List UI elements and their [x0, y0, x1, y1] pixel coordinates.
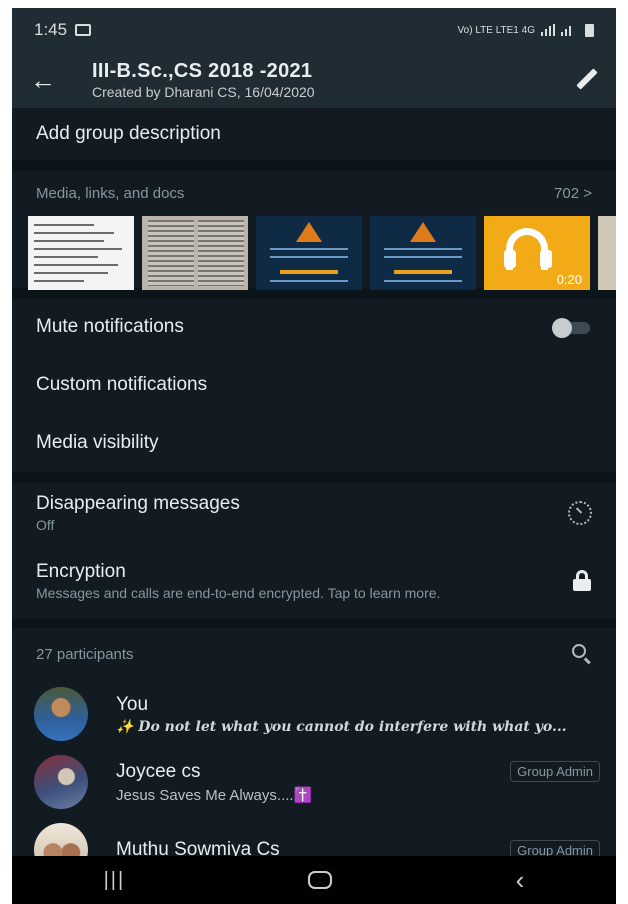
media-section: Media, links, and docs 702 > 0:20	[12, 170, 616, 290]
back-nav-button[interactable]: ‹	[516, 865, 525, 896]
media-thumb-poster-1[interactable]	[256, 216, 362, 290]
add-description-row[interactable]: Add group description	[12, 108, 616, 160]
group-title: III-B.Sc.,CS 2018 -2021	[92, 60, 313, 82]
avatar[interactable]	[34, 687, 88, 741]
signal-icon	[541, 24, 555, 36]
section-divider	[12, 160, 616, 170]
media-visibility-row[interactable]: Media visibility	[12, 414, 616, 472]
recent-apps-button[interactable]: |||	[104, 869, 126, 892]
timer-icon	[568, 501, 592, 525]
disappearing-value: Off	[36, 516, 55, 533]
disappearing-label: Disappearing messages	[36, 492, 240, 514]
participant-row[interactable]: Joycee cs Group Admin Jesus Saves Me Alw…	[12, 748, 616, 816]
participants-section: 27 participants You ✨ Do not let what yo…	[12, 628, 616, 884]
custom-notifications-label: Custom notifications	[36, 374, 208, 395]
home-button[interactable]	[308, 871, 333, 889]
status-indicators: Vo) LTE LTE1 4G	[457, 23, 594, 37]
media-count[interactable]: 702 >	[554, 185, 592, 202]
add-description-label: Add group description	[36, 123, 221, 144]
media-label: Media, links, and docs	[36, 184, 185, 202]
search-icon[interactable]	[572, 644, 592, 665]
status-bar: 1:45 Vo) LTE LTE1 4G	[12, 8, 616, 52]
participants-count: 27 participants	[36, 645, 134, 663]
encryption-row[interactable]: Encryption Messages and calls are end-to…	[12, 544, 616, 618]
phone-screen: 1:45 Vo) LTE LTE1 4G ← III-B.Sc.,CS 2018…	[12, 8, 616, 904]
participant-row[interactable]: You ✨ Do not let what you cannot do inte…	[12, 680, 616, 748]
privacy-settings: Disappearing messages Off Encryption Mes…	[12, 482, 616, 618]
image-notification-icon	[75, 24, 92, 36]
notification-settings: Mute notifications Custom notifications …	[12, 298, 616, 472]
section-divider	[12, 472, 616, 482]
media-thumb-document[interactable]	[28, 216, 134, 290]
participant-status: Jesus Saves Me Always....✝️	[116, 786, 313, 804]
mute-notifications-row[interactable]: Mute notifications	[12, 298, 616, 356]
custom-notifications-row[interactable]: Custom notifications	[12, 356, 616, 414]
disappearing-messages-row[interactable]: Disappearing messages Off	[12, 482, 616, 544]
participants-header: 27 participants	[12, 628, 616, 680]
media-header[interactable]: Media, links, and docs 702 >	[12, 170, 616, 216]
media-thumb-newspaper[interactable]	[142, 216, 248, 290]
lock-icon	[572, 570, 592, 592]
arrow-left-icon[interactable]: ←	[30, 65, 70, 96]
system-nav-bar: ||| ‹	[12, 856, 616, 904]
section-divider	[12, 618, 616, 628]
group-subtitle: Created by Dharani CS, 16/04/2020	[92, 84, 315, 100]
media-thumb-audio[interactable]: 0:20	[484, 216, 590, 290]
pencil-icon[interactable]	[574, 67, 600, 93]
group-admin-badge: Group Admin	[510, 761, 600, 782]
avatar[interactable]	[34, 755, 88, 809]
media-visibility-label: Media visibility	[36, 432, 159, 453]
media-thumb-poster-2[interactable]	[370, 216, 476, 290]
mute-label: Mute notifications	[36, 316, 184, 337]
participant-name: Joycee cs	[116, 760, 201, 782]
mute-toggle[interactable]	[548, 317, 592, 338]
signal-2-icon	[561, 24, 571, 36]
audio-duration: 0:20	[556, 272, 582, 287]
status-time: 1:45	[34, 20, 68, 39]
media-thumb-partial[interactable]	[598, 216, 616, 290]
participant-name: You	[116, 693, 149, 715]
battery-icon	[585, 23, 594, 37]
group-title-block[interactable]: III-B.Sc.,CS 2018 -2021 Created by Dhara…	[92, 60, 315, 100]
media-strip: 0:20	[12, 216, 616, 292]
encryption-label: Encryption	[36, 560, 126, 582]
participant-status: ✨ Do not let what you cannot do interfer…	[116, 718, 567, 735]
network-type: Vo) LTE LTE1 4G	[457, 24, 535, 36]
encryption-detail: Messages and calls are end-to-end encryp…	[36, 584, 441, 601]
app-bar: ← III-B.Sc.,CS 2018 -2021 Created by Dha…	[12, 52, 616, 108]
